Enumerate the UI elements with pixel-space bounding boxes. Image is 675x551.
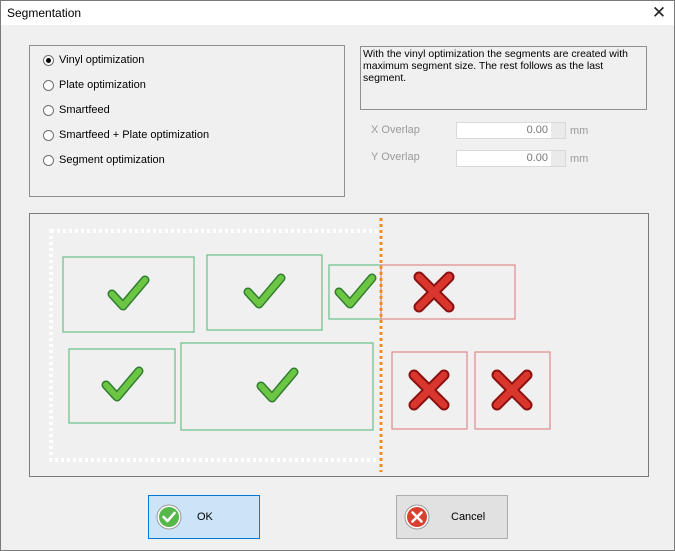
x-overlap-spinner[interactable] [551,123,565,138]
radio-segment-optimization[interactable]: Segment optimization [43,151,165,169]
window-title: Segmentation [7,6,82,20]
cross-icon [497,375,527,405]
radio-smartfeed[interactable]: Smartfeed [43,101,110,119]
radio-button[interactable] [43,104,54,116]
radio-label: Smartfeed [59,104,110,116]
y-overlap-value: 0.00 [526,152,548,164]
y-overlap-unit: mm [570,153,589,165]
cancel-button[interactable]: Cancel [396,495,508,539]
optimization-mode-group: Vinyl optimization Plate optimization Sm… [29,45,345,197]
description-box: With the vinyl optimization the segments… [360,46,647,110]
radio-button[interactable] [43,154,54,166]
x-overlap-unit: mm [570,125,589,137]
y-overlap-label: Y Overlap [371,151,420,163]
cross-icon [419,277,449,307]
radio-smartfeed-plate-optimization[interactable]: Smartfeed + Plate optimization [43,126,209,144]
y-overlap-input[interactable]: 0.00 [456,150,566,167]
ok-button[interactable]: OK [148,495,260,539]
radio-vinyl-optimization[interactable]: Vinyl optimization [43,51,144,69]
cancel-cross-icon [404,504,430,530]
radio-button[interactable] [43,129,54,141]
preview-svg [49,218,551,472]
radio-label: Plate optimization [59,79,146,91]
radio-button[interactable] [43,79,54,91]
check-icon [248,278,281,304]
radio-label: Segment optimization [59,154,165,166]
segment-accepted [328,264,382,320]
x-overlap-label: X Overlap [371,124,420,136]
radio-label: Smartfeed + Plate optimization [59,129,210,141]
cross-icon [414,375,444,405]
x-overlap-value: 0.00 [526,124,548,136]
segmentation-dialog: Segmentation ✕ Vinyl optimization Plate … [0,0,675,551]
y-overlap-spinner[interactable] [551,151,565,166]
radio-button[interactable] [43,54,54,66]
ok-check-icon [156,504,182,530]
segmentation-preview [29,213,649,477]
title-bar: Segmentation ✕ [1,1,674,25]
cancel-label: Cancel [451,511,486,523]
check-icon [106,371,139,397]
close-icon[interactable]: ✕ [644,1,674,25]
ok-label: OK [197,511,213,523]
segment-accepted [180,342,374,431]
segment-rejected [380,264,516,320]
segment-rejected [391,351,468,430]
radio-plate-optimization[interactable]: Plate optimization [43,76,146,94]
radio-label: Vinyl optimization [59,54,145,66]
segment-accepted [62,256,195,333]
segment-accepted [206,254,323,331]
segment-accepted [68,348,176,424]
segment-rejected [474,351,551,430]
check-icon [112,280,145,306]
check-icon [261,372,294,398]
check-icon [339,278,372,304]
x-overlap-input[interactable]: 0.00 [456,122,566,139]
